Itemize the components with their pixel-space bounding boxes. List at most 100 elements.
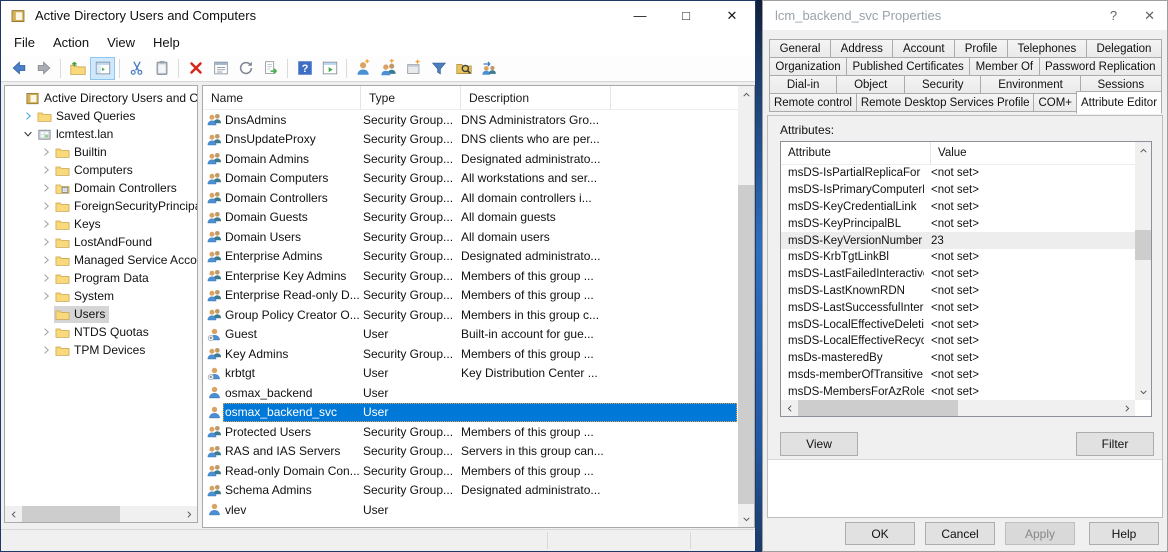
chevron-right-icon[interactable] — [40, 344, 52, 356]
view-button[interactable]: View — [780, 432, 858, 456]
scrollbar-thumb[interactable] — [22, 506, 120, 522]
chevron-right-icon[interactable] — [40, 200, 52, 212]
chevron-right-icon[interactable] — [40, 164, 52, 176]
attribute-row-selected[interactable]: msDS-KeyVersionNumber23 — [781, 232, 1135, 249]
table-row[interactable]: Domain AdminsSecurity Group...Designated… — [203, 149, 737, 169]
paste-icon[interactable] — [149, 57, 174, 80]
back-icon[interactable] — [6, 57, 31, 80]
new-group-icon[interactable] — [376, 57, 401, 80]
forward-icon[interactable] — [31, 57, 56, 80]
tree-item-program-data[interactable]: Program Data — [5, 269, 197, 287]
column-header-attribute[interactable]: Attribute — [781, 142, 931, 164]
tree-item-keys[interactable]: Keys — [5, 215, 197, 233]
table-row[interactable]: Key AdminsSecurity Group...Members of th… — [203, 344, 737, 364]
tab-address[interactable]: Address — [830, 39, 893, 58]
attribute-row[interactable]: msDS-KrbTgtLinkBl<not set> — [781, 249, 1135, 266]
delete-icon[interactable] — [183, 57, 208, 80]
column-header-name[interactable]: Name — [203, 86, 361, 109]
column-header-value[interactable]: Value — [931, 142, 1135, 164]
chevron-right-icon[interactable] — [40, 218, 52, 230]
chevron-right-icon[interactable] — [40, 326, 52, 338]
table-row[interactable]: vlevUser — [203, 500, 737, 520]
tab-organization[interactable]: Organization — [769, 57, 847, 76]
attribute-row[interactable]: msDS-LocalEffectiveDeletio...<not set> — [781, 316, 1135, 333]
table-row[interactable]: Domain ComputersSecurity Group...All wor… — [203, 169, 737, 189]
attribute-row[interactable]: msDS-IsPrimaryComputerFor<not set> — [781, 182, 1135, 199]
scroll-up-icon[interactable] — [1135, 142, 1151, 158]
scroll-down-icon[interactable] — [1135, 384, 1151, 400]
table-row[interactable]: osmax_backendUser — [203, 383, 737, 403]
chevron-right-icon[interactable] — [40, 254, 52, 266]
table-row[interactable]: Domain GuestsSecurity Group...All domain… — [203, 208, 737, 228]
tree-item-computers[interactable]: Computers — [5, 161, 197, 179]
properties-icon[interactable] — [208, 57, 233, 80]
tab-security[interactable]: Security — [904, 75, 981, 94]
minimize-button[interactable]: — — [617, 1, 663, 30]
up-one-level-icon[interactable] — [65, 57, 90, 80]
attribute-row[interactable]: msDs-masteredBy<not set> — [781, 350, 1135, 367]
scroll-left-icon[interactable] — [781, 400, 797, 416]
close-button[interactable]: ✕ — [709, 1, 755, 30]
scroll-up-icon[interactable] — [738, 86, 754, 102]
table-row[interactable]: Enterprise AdminsSecurity Group...Design… — [203, 247, 737, 267]
table-row[interactable]: Domain ControllersSecurity Group...All d… — [203, 188, 737, 208]
tab-remote-desktop-services-profile[interactable]: Remote Desktop Services Profile — [856, 93, 1035, 112]
find-icon[interactable] — [451, 57, 476, 80]
filter-icon[interactable] — [426, 57, 451, 80]
table-row[interactable]: GuestUserBuilt-in account for gue... — [203, 325, 737, 345]
cut-icon[interactable] — [124, 57, 149, 80]
scrollbar-thumb[interactable] — [1135, 230, 1151, 260]
table-row[interactable]: Enterprise Read-only D...Security Group.… — [203, 286, 737, 306]
scrollbar-thumb[interactable] — [798, 400, 958, 416]
tab-profile[interactable]: Profile — [954, 39, 1008, 58]
list-vertical-scrollbar[interactable] — [738, 86, 754, 527]
attribute-row[interactable]: msDS-IsPartialReplicaFor<not set> — [781, 165, 1135, 182]
chevron-right-icon[interactable] — [40, 146, 52, 158]
scroll-right-icon[interactable] — [1119, 400, 1135, 416]
column-header-description[interactable]: Description — [461, 86, 611, 109]
tree-item-builtin[interactable]: Builtin — [5, 143, 197, 161]
help-icon[interactable]: ? — [292, 57, 317, 80]
chevron-right-icon[interactable] — [40, 182, 52, 194]
chevron-right-icon[interactable] — [40, 272, 52, 284]
show-console-tree-icon[interactable] — [90, 57, 115, 80]
table-row[interactable]: Group Policy Creator O...Security Group.… — [203, 305, 737, 325]
tree-item-managed-service-accounts[interactable]: Managed Service Accounts — [5, 251, 197, 269]
dialog-help-icon[interactable]: ? — [1110, 8, 1117, 24]
tab-general[interactable]: General — [769, 39, 831, 58]
attribute-row[interactable]: msDS-LocalEffectiveRecycl...<not set> — [781, 333, 1135, 350]
export-list-icon[interactable] — [258, 57, 283, 80]
chevron-down-icon[interactable] — [22, 128, 34, 140]
scrollbar-thumb[interactable] — [738, 185, 754, 504]
scroll-left-icon[interactable] — [5, 506, 21, 522]
maximize-button[interactable]: □ — [663, 1, 709, 30]
tree-item-system[interactable]: System — [5, 287, 197, 305]
attribute-row[interactable]: msDS-KeyPrincipalBL<not set> — [781, 215, 1135, 232]
menu-file[interactable]: File — [5, 32, 44, 53]
tree-item-tpm-devices[interactable]: TPM Devices — [5, 341, 197, 359]
change-domain-controller-icon[interactable] — [476, 57, 501, 80]
menu-view[interactable]: View — [98, 32, 144, 53]
help-button[interactable]: Help — [1089, 522, 1159, 545]
attribute-row[interactable]: msDS-LastKnownRDN<not set> — [781, 283, 1135, 300]
menu-help[interactable]: Help — [144, 32, 189, 53]
new-user-icon[interactable] — [351, 57, 376, 80]
dialog-close-icon[interactable]: ✕ — [1144, 8, 1155, 24]
tree-item-foreignsecurityprincipals[interactable]: ForeignSecurityPrincipals — [5, 197, 197, 215]
table-row[interactable]: RAS and IAS ServersSecurity Group...Serv… — [203, 442, 737, 462]
refresh-icon[interactable] — [233, 57, 258, 80]
tab-com-plus[interactable]: COM+ — [1033, 93, 1077, 112]
tab-attribute-editor[interactable]: Attribute Editor — [1076, 91, 1162, 114]
tree-item-lostandfound[interactable]: LostAndFound — [5, 233, 197, 251]
ok-button[interactable]: OK — [845, 522, 915, 545]
table-row[interactable]: DnsUpdateProxySecurity Group...DNS clien… — [203, 130, 737, 150]
tree-item-domain[interactable]: lcmtest.lan — [5, 125, 197, 143]
tab-telephones[interactable]: Telephones — [1007, 39, 1087, 58]
attribute-row[interactable]: msDS-LastSuccessfulIntera...<not set> — [781, 299, 1135, 316]
chevron-right-icon[interactable] — [22, 110, 34, 122]
new-window-icon[interactable] — [317, 57, 342, 80]
tab-published-certificates[interactable]: Published Certificates — [846, 57, 970, 76]
table-row[interactable]: krbtgtUserKey Distribution Center ... — [203, 364, 737, 384]
column-header-type[interactable]: Type — [361, 86, 461, 109]
chevron-right-icon[interactable] — [40, 236, 52, 248]
